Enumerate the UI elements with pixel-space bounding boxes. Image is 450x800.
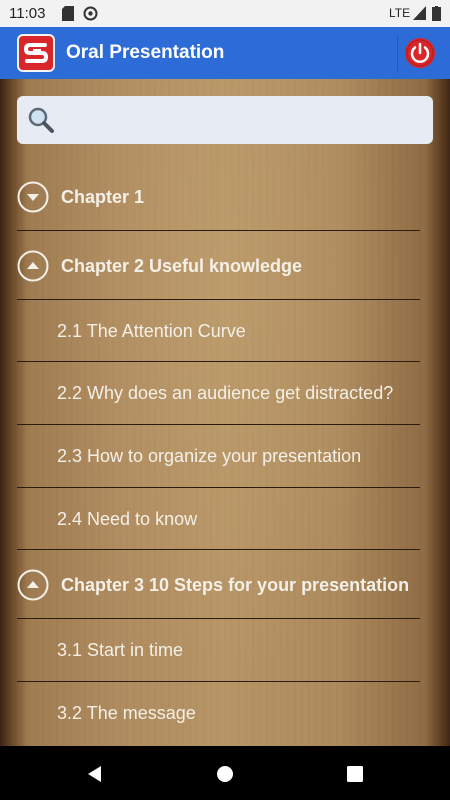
chapter-label: Chapter 2 Useful knowledge (61, 256, 303, 276)
section-row[interactable]: 2.2 Why does an audience get distracted? (17, 362, 420, 425)
sd-card-icon (62, 6, 74, 21)
system-nav-bar (0, 746, 450, 800)
battery-icon (432, 6, 441, 21)
section-row[interactable]: 2.3 How to organize your presentation (17, 425, 420, 488)
home-circle-icon[interactable] (215, 764, 235, 784)
app-bar-divider (397, 35, 398, 71)
chapter-label: Chapter 1 (61, 187, 145, 207)
chevron-up-circle-icon (17, 569, 49, 601)
chapter-row-3[interactable]: Chapter 3 10 Steps for your presentation (17, 550, 420, 619)
chevron-up-circle-icon (17, 250, 49, 282)
section-label: 2.1 The Attention Curve (57, 321, 246, 341)
app-logo (17, 34, 55, 72)
chapter-label: Chapter 3 10 Steps for your presentation (61, 575, 410, 595)
chapter-row-2[interactable]: Chapter 2 Useful knowledge (17, 231, 420, 300)
data-saver-icon (83, 6, 98, 21)
network-type: LTE (389, 6, 411, 20)
section-label: 3.1 Start in time (57, 640, 184, 660)
content-area: Chapter 1 Chapter 2 Useful knowledge 2.1… (0, 79, 450, 746)
chapter-row-1[interactable]: Chapter 1 (17, 165, 420, 231)
recents-square-icon[interactable] (345, 764, 365, 784)
section-row[interactable]: 2.4 Need to know (17, 488, 420, 550)
back-triangle-icon[interactable] (85, 764, 105, 784)
search-icon (28, 107, 54, 133)
status-bar: 11:03 LTE (0, 0, 450, 27)
power-icon[interactable] (404, 37, 436, 69)
section-row[interactable]: 3.1 Start in time (17, 619, 420, 682)
app-title: Oral Presentation (66, 42, 225, 63)
logo-mark-icon (23, 43, 49, 63)
search-input[interactable] (63, 104, 427, 138)
search-box[interactable] (17, 96, 433, 144)
section-label: 3.2 The message (57, 703, 196, 723)
status-time: 11:03 (9, 5, 46, 22)
signal-icon (413, 6, 426, 20)
section-label: 2.2 Why does an audience get distracted? (57, 383, 394, 403)
chevron-down-circle-icon (17, 181, 49, 213)
section-row[interactable]: 2.1 The Attention Curve (17, 300, 420, 362)
section-label: 2.3 How to organize your presentation (57, 446, 362, 466)
app-bar: Oral Presentation (0, 27, 450, 79)
section-row[interactable]: 3.2 The message (17, 682, 420, 744)
section-label: 2.4 Need to know (57, 509, 198, 529)
